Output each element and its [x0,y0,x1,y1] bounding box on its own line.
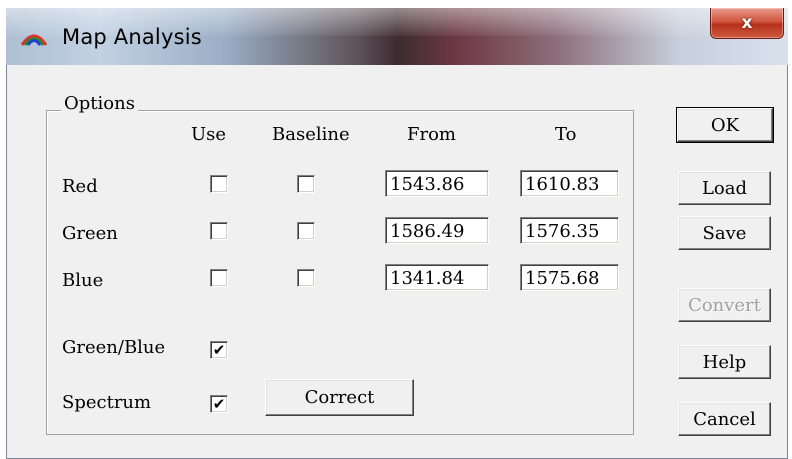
ok-button-label: OK [710,114,740,136]
green-blue-label: Green/Blue [62,337,166,358]
blue-to-field[interactable]: 1575.68 [520,264,619,291]
window-title: Map Analysis [62,25,202,49]
red-use-checkbox[interactable] [210,175,228,193]
dialog-window: Map Analysis x Options Use Baseline From… [6,8,788,459]
load-button-label: Load [701,177,748,199]
rainbow-arc-icon [20,34,48,46]
blue-use-checkbox[interactable] [210,269,228,287]
help-button-label: Help [702,351,747,373]
dialog-client-area: Options Use Baseline From To Red 1543.86… [15,65,781,450]
spectrum-label: Spectrum [62,392,152,413]
close-icon: x [741,13,753,33]
cancel-button-label: Cancel [693,408,756,430]
green-to-field[interactable]: 1576.35 [520,217,619,244]
save-button-label: Save [702,222,747,244]
correct-button[interactable]: Correct [265,379,414,416]
spectrum-checkbox[interactable]: ✔ [210,395,228,413]
close-button[interactable]: x [710,8,784,39]
ok-button[interactable]: OK [676,107,774,143]
checkmark-icon: ✔ [212,395,226,413]
red-baseline-checkbox[interactable] [297,175,315,193]
blue-baseline-checkbox[interactable] [297,269,315,287]
convert-button[interactable]: Convert [678,288,771,322]
header-baseline: Baseline [272,124,350,145]
green-baseline-checkbox[interactable] [297,222,315,240]
green-label: Green [62,223,118,244]
green-use-checkbox[interactable] [210,222,228,240]
header-from: From [407,124,456,145]
options-group-label: Options [61,93,138,114]
green-blue-checkbox[interactable]: ✔ [210,341,228,359]
blue-label: Blue [62,270,104,291]
checkmark-icon: ✔ [212,341,226,359]
red-from-field[interactable]: 1543.86 [385,170,489,197]
convert-button-label: Convert [688,294,761,316]
red-label: Red [62,176,98,197]
red-to-field[interactable]: 1610.83 [520,170,619,197]
header-use: Use [191,124,227,145]
correct-button-label: Correct [304,387,375,408]
blue-from-field[interactable]: 1341.84 [385,264,489,291]
cancel-button[interactable]: Cancel [678,402,771,436]
title-bar[interactable]: Map Analysis x [6,8,788,65]
green-from-field[interactable]: 1586.49 [385,217,489,244]
load-button[interactable]: Load [678,171,771,205]
header-to: To [555,124,577,145]
help-button[interactable]: Help [678,345,771,379]
save-button[interactable]: Save [678,216,771,250]
